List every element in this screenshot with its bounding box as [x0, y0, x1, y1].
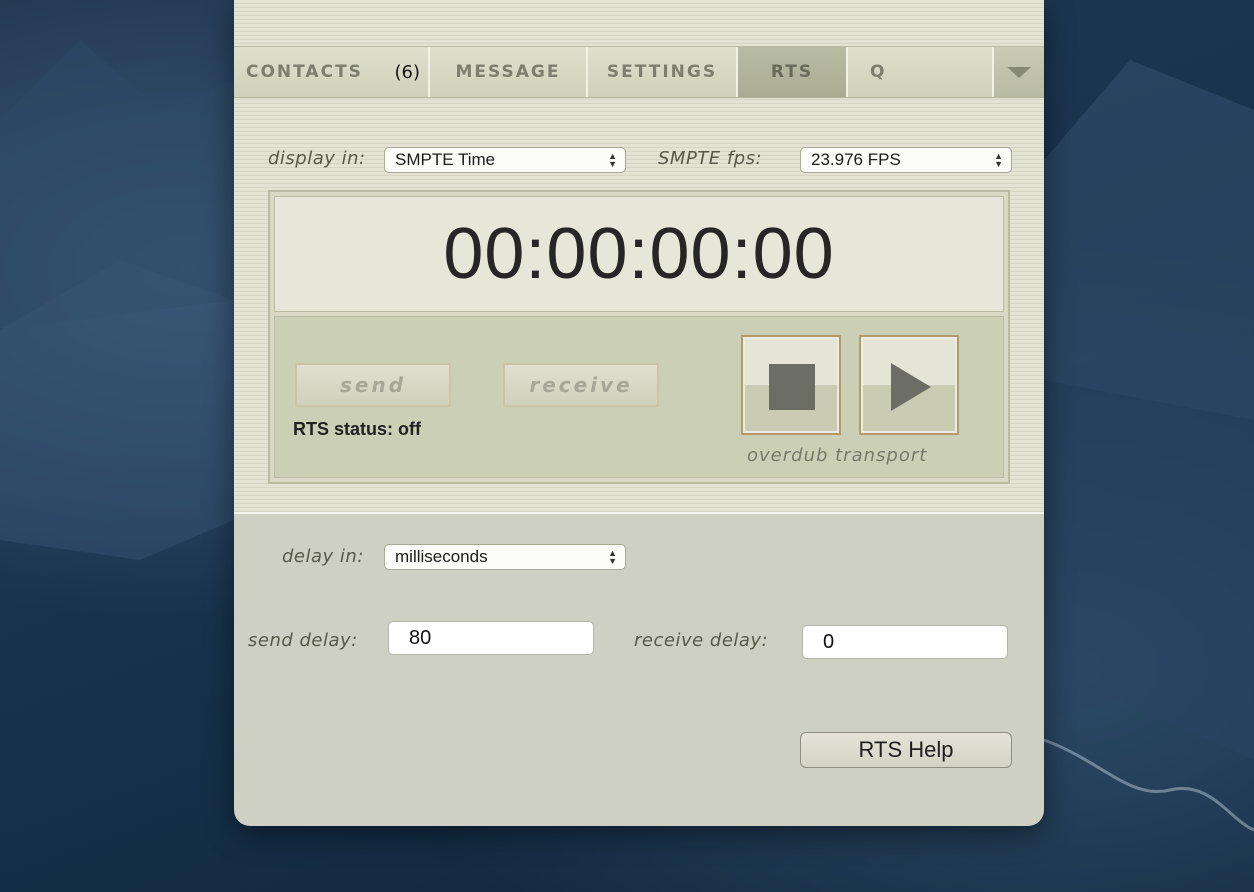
contacts-count-badge: (6)	[394, 61, 421, 83]
rts-status-text: RTS status: off	[293, 419, 421, 439]
tab-search-field[interactable]: Q	[848, 47, 994, 97]
stop-button[interactable]	[741, 335, 841, 435]
send-delay-input[interactable]: 80	[388, 621, 594, 655]
transport-area: send receive RTS status: off overdub tra…	[274, 316, 1004, 478]
delay-in-label: delay in:	[282, 546, 364, 567]
display-in-label: display in:	[268, 148, 366, 169]
send-button[interactable]: send	[295, 363, 451, 407]
tab-contacts-label: CONTACTS	[246, 62, 363, 82]
timecode-frame: 00:00:00:00 send receive RTS status: off…	[268, 190, 1010, 484]
tab-message-label: MESSAGE	[455, 62, 561, 82]
select-arrows-icon: ▲ ▼	[994, 151, 1003, 169]
play-icon	[891, 363, 931, 411]
timecode-readout: 00:00:00:00	[443, 214, 835, 294]
tab-bar: CONTACTS (6) MESSAGE SETTINGS RTS Q	[234, 46, 1044, 98]
play-button[interactable]	[859, 335, 959, 435]
receive-delay-input[interactable]: 0	[802, 625, 1008, 659]
tab-settings[interactable]: SETTINGS	[588, 47, 738, 97]
rts-help-label: RTS Help	[858, 737, 954, 762]
delay-in-value: milliseconds	[395, 547, 488, 566]
smpte-fps-select[interactable]: 23.976 FPS ▲ ▼	[800, 147, 1012, 173]
tab-message[interactable]: MESSAGE	[430, 47, 588, 97]
delay-in-select[interactable]: milliseconds ▲ ▼	[384, 544, 626, 570]
tab-contacts[interactable]: CONTACTS (6)	[234, 47, 430, 97]
receive-button[interactable]: receive	[503, 363, 659, 407]
smpte-fps-label: SMPTE fps:	[658, 148, 763, 169]
display-in-value: SMPTE Time	[395, 150, 496, 169]
timecode-display: 00:00:00:00	[274, 196, 1004, 312]
smpte-fps-value: 23.976 FPS	[811, 150, 901, 169]
receive-delay-label: receive delay:	[634, 630, 769, 651]
receive-button-label: receive	[529, 373, 633, 397]
rts-help-button[interactable]: RTS Help	[800, 732, 1012, 768]
select-arrows-icon: ▲ ▼	[608, 548, 617, 566]
overdub-transport-label: overdub transport	[747, 445, 928, 466]
tab-rts[interactable]: RTS	[738, 47, 848, 97]
receive-delay-value: 0	[823, 630, 835, 653]
chevron-down-icon	[1007, 66, 1031, 78]
tab-settings-label: SETTINGS	[606, 62, 718, 82]
stop-icon	[769, 364, 815, 410]
search-input: Q	[870, 62, 887, 82]
send-delay-value: 80	[409, 626, 432, 649]
rts-window: CONTACTS (6) MESSAGE SETTINGS RTS Q disp…	[234, 0, 1044, 826]
select-arrows-icon: ▲ ▼	[608, 151, 617, 169]
rts-top-panel: CONTACTS (6) MESSAGE SETTINGS RTS Q disp…	[234, 0, 1044, 514]
tab-rts-label: RTS	[770, 62, 814, 82]
send-delay-label: send delay:	[248, 630, 358, 651]
tab-dropdown-button[interactable]	[994, 47, 1044, 97]
send-button-label: send	[339, 373, 407, 397]
display-in-select[interactable]: SMPTE Time ▲ ▼	[384, 147, 626, 173]
